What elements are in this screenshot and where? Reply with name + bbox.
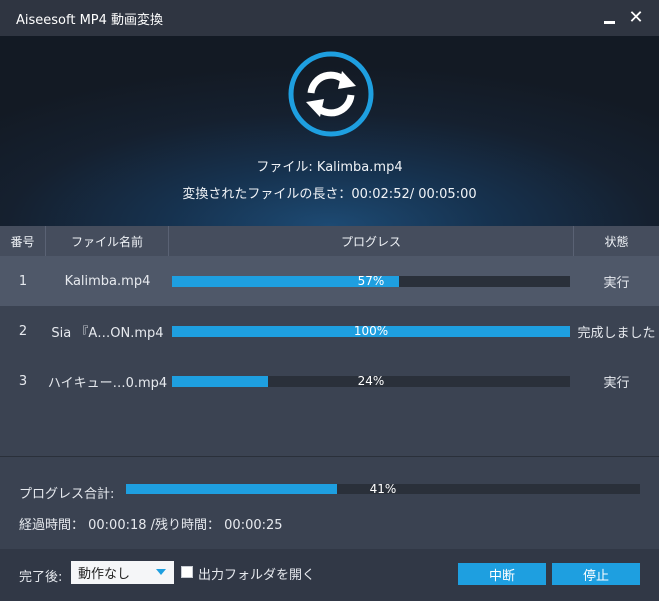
row-progress-label: 24% xyxy=(357,373,385,388)
chevron-down-icon xyxy=(156,569,166,575)
stop-button[interactable]: 停止 xyxy=(552,563,640,585)
minimize-icon[interactable] xyxy=(599,8,619,28)
row-progress-bar: 24% xyxy=(172,373,570,388)
title-bar: Aiseesoft MP4 動画変換 ✕ xyxy=(0,0,659,36)
header-file-name[interactable]: ファイル名前 xyxy=(46,226,169,256)
pause-button[interactable]: 中断 xyxy=(458,563,546,585)
row-state: 実行 xyxy=(603,275,630,291)
close-icon[interactable]: ✕ xyxy=(626,8,646,28)
conversion-hero: ファイル: Kalimba.mp4 変換されたファイルの長さ：00:02:52/… xyxy=(0,36,659,226)
header-number[interactable]: 番号 xyxy=(0,226,46,256)
row-file-name: Sia 『A…ON.mp4 xyxy=(51,325,164,341)
row-number: 2 xyxy=(18,323,28,339)
row-state: 完成しました xyxy=(577,325,656,341)
row-progress-bar: 100% xyxy=(172,323,570,338)
row-number: 1 xyxy=(18,273,28,289)
current-file-label: ファイル: Kalimba.mp4 xyxy=(256,160,403,175)
open-folder-label[interactable]: 出力フォルダを開く xyxy=(198,564,315,583)
open-folder-checkbox[interactable] xyxy=(181,566,193,578)
total-progress-label: プログレス合計: xyxy=(19,487,115,502)
row-progress-label: 57% xyxy=(357,273,385,288)
row-progress-bar: 57% xyxy=(172,273,570,288)
after-completion-select[interactable]: 動作なし xyxy=(71,561,174,584)
elapsed-remaining-time: 経過時間： 00:00:18 /残り時間： 00:00:25 xyxy=(19,518,283,533)
footer-bar: 完了後: 動作なし 出力フォルダを開く 中断 停止 xyxy=(0,549,659,601)
total-progress-panel: プログレス合計: 41% 経過時間： 00:00:18 /残り時間： 00:00… xyxy=(0,456,659,549)
table-row[interactable]: 2 Sia 『A…ON.mp4 100% 完成しました xyxy=(0,306,659,356)
task-list: 1 Kalimba.mp4 57% 実行 2 Sia 『A…ON.mp4 100… xyxy=(0,256,659,456)
row-file-name: ハイキュー…0.mp4 xyxy=(47,375,168,391)
header-state[interactable]: 状態 xyxy=(574,226,659,256)
table-row[interactable]: 3 ハイキュー…0.mp4 24% 実行 xyxy=(0,356,659,406)
header-progress[interactable]: プログレス xyxy=(169,226,574,256)
table-header: 番号 ファイル名前 プログレス 状態 xyxy=(0,226,659,256)
row-file-name: Kalimba.mp4 xyxy=(64,273,151,289)
after-completion-value: 動作なし xyxy=(78,567,131,582)
row-number: 3 xyxy=(18,373,28,389)
total-progress-percent: 41% xyxy=(369,482,397,496)
row-state: 実行 xyxy=(603,375,630,391)
after-completion-label: 完了後: xyxy=(19,570,63,585)
convert-refresh-icon xyxy=(288,51,374,137)
table-row[interactable]: 1 Kalimba.mp4 57% 実行 xyxy=(0,256,659,306)
row-progress-label: 100% xyxy=(353,323,389,338)
window-title: Aiseesoft MP4 動画変換 xyxy=(16,12,164,28)
converted-length-label: 変換されたファイルの長さ：00:02:52/ 00:05:00 xyxy=(182,187,477,202)
total-progress-bar: 41% xyxy=(126,482,640,496)
